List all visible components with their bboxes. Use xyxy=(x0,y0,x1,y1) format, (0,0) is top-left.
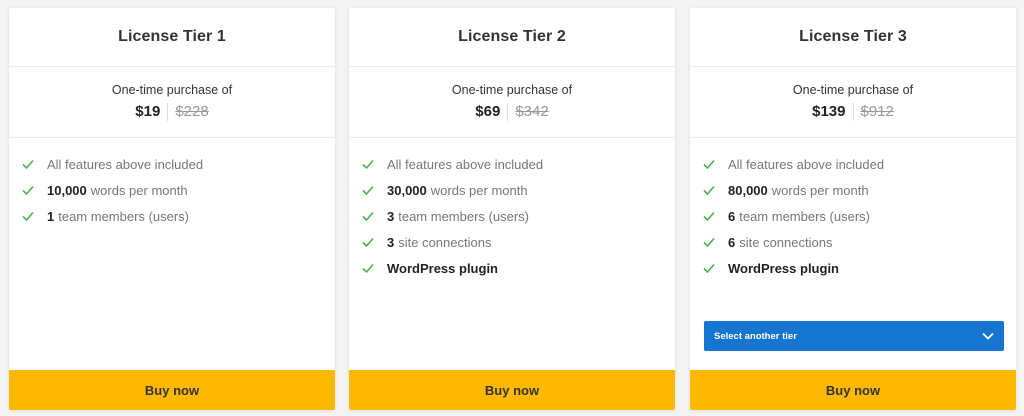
check-icon xyxy=(22,159,34,170)
check-icon xyxy=(362,263,374,274)
buy-now-button[interactable]: Buy now xyxy=(9,370,335,410)
feature-text: All features above included xyxy=(47,156,204,172)
feature-text: All features above included xyxy=(387,156,544,172)
check-icon xyxy=(362,211,374,222)
card-title: License Tier 1 xyxy=(118,28,226,45)
price-row: $69 $342 xyxy=(349,102,675,122)
purchase-label: One-time purchase of xyxy=(792,83,914,97)
check-icon xyxy=(362,237,374,248)
feature-text: words per month xyxy=(90,182,188,198)
current-price: $139 xyxy=(812,103,846,120)
feature-item: All features above included xyxy=(702,151,1016,177)
feature-item: 6 site connections xyxy=(702,229,1016,255)
purchase-label: One-time purchase of xyxy=(451,83,573,97)
feature-list: All features above included 30,000 words… xyxy=(349,138,675,281)
check-icon xyxy=(703,185,715,196)
select-tier-label: Select another tier xyxy=(714,330,797,342)
select-tier-dropdown[interactable]: Select another tier xyxy=(704,321,1004,351)
buy-now-button[interactable]: Buy now xyxy=(690,370,1016,410)
card-header: License Tier 1 xyxy=(9,8,335,67)
feature-text: words per month xyxy=(430,182,528,198)
check-icon xyxy=(703,159,715,170)
feature-item: All features above included xyxy=(21,151,335,177)
check-icon xyxy=(362,185,374,196)
price-row: $139 $912 xyxy=(690,102,1016,122)
feature-value: 6 xyxy=(728,208,736,224)
current-price: $19 xyxy=(135,103,161,120)
price-row: $19 $228 xyxy=(9,102,335,122)
feature-list: All features above included 80,000 words… xyxy=(690,138,1016,281)
feature-item: 80,000 words per month xyxy=(702,177,1016,203)
feature-text: team members (users) xyxy=(398,208,529,224)
feature-value: 1 xyxy=(47,208,55,224)
feature-value: 6 xyxy=(728,234,736,250)
license-card-tier-3: License Tier 3 One-time purchase of $139… xyxy=(690,8,1016,410)
card-title: License Tier 3 xyxy=(799,28,907,45)
feature-list: All features above included 10,000 words… xyxy=(9,138,335,229)
feature-value: 10,000 xyxy=(47,182,87,198)
feature-text: team members (users) xyxy=(58,208,189,224)
feature-text: team members (users) xyxy=(739,208,870,224)
original-price: $342 xyxy=(515,103,549,120)
feature-item: 3 site connections xyxy=(361,229,675,255)
chevron-down-icon xyxy=(982,332,994,340)
feature-value: 3 xyxy=(387,234,395,250)
price-block: One-time purchase of $19 $228 xyxy=(9,67,335,138)
check-icon xyxy=(703,237,715,248)
original-price: $228 xyxy=(175,103,209,120)
purchase-label: One-time purchase of xyxy=(111,83,233,97)
current-price: $69 xyxy=(475,103,501,120)
card-title: License Tier 2 xyxy=(458,28,566,45)
price-block: One-time purchase of $139 $912 xyxy=(690,67,1016,138)
feature-text: All features above included xyxy=(728,156,885,172)
feature-item: 10,000 words per month xyxy=(21,177,335,203)
license-card-tier-2: License Tier 2 One-time purchase of $69 … xyxy=(349,8,675,410)
feature-text: WordPress plugin xyxy=(387,260,498,276)
check-icon xyxy=(703,263,715,274)
feature-value: 80,000 xyxy=(728,182,768,198)
feature-value: 30,000 xyxy=(387,182,427,198)
feature-text: WordPress plugin xyxy=(728,260,839,276)
feature-value: 3 xyxy=(387,208,395,224)
check-icon xyxy=(362,159,374,170)
feature-text: site connections xyxy=(398,234,492,250)
feature-item: All features above included xyxy=(361,151,675,177)
feature-item: WordPress plugin xyxy=(702,255,1016,281)
feature-item: 3 team members (users) xyxy=(361,203,675,229)
feature-text: site connections xyxy=(739,234,833,250)
check-icon xyxy=(22,211,34,222)
price-block: One-time purchase of $69 $342 xyxy=(349,67,675,138)
license-card-tier-1: License Tier 1 One-time purchase of $19 … xyxy=(9,8,335,410)
feature-item: 1 team members (users) xyxy=(21,203,335,229)
feature-item: 30,000 words per month xyxy=(361,177,675,203)
card-header: License Tier 2 xyxy=(349,8,675,67)
buy-now-button[interactable]: Buy now xyxy=(349,370,675,410)
feature-item: 6 team members (users) xyxy=(702,203,1016,229)
original-price: $912 xyxy=(860,103,894,120)
check-icon xyxy=(703,211,715,222)
feature-text: words per month xyxy=(771,182,869,198)
card-header: License Tier 3 xyxy=(690,8,1016,67)
feature-item: WordPress plugin xyxy=(361,255,675,281)
check-icon xyxy=(22,185,34,196)
